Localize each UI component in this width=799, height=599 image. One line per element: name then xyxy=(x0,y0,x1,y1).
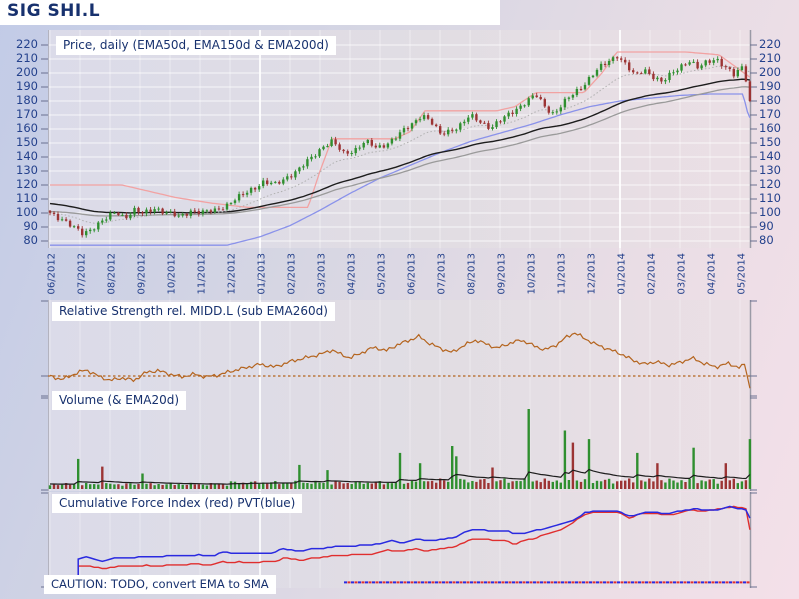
force-index-label: Cumulative Force Index (red) PVT(blue) xyxy=(52,494,303,513)
date-label: 10/2013 xyxy=(526,252,538,295)
price-y-tick-label: 140 xyxy=(759,149,781,163)
price-chart xyxy=(41,30,757,248)
chart-page: SIG SHI.L Price, daily (EMA50d, EMA150d … xyxy=(0,0,799,599)
price-y-tick-label: 220 xyxy=(16,37,38,51)
date-label: 12/2013 xyxy=(586,252,598,295)
date-label: 05/2014 xyxy=(736,252,748,295)
date-label: 11/2012 xyxy=(196,252,208,295)
price-y-tick-label: 190 xyxy=(759,79,781,93)
price-y-tick-label: 90 xyxy=(759,219,774,233)
price-y-tick-label: 180 xyxy=(16,93,38,107)
date-label: 11/2013 xyxy=(556,252,568,295)
price-panel xyxy=(0,30,799,248)
price-y-tick-label: 190 xyxy=(16,79,38,93)
price-y-tick-label: 160 xyxy=(759,121,781,135)
date-label: 07/2013 xyxy=(436,252,448,295)
volume-panel xyxy=(0,397,799,491)
relative-strength-label: Relative Strength rel. MIDD.L (sub EMA26… xyxy=(52,302,335,321)
date-label: 10/2012 xyxy=(166,252,178,295)
date-label: 09/2012 xyxy=(136,252,148,295)
date-label: 12/2012 xyxy=(226,252,238,295)
price-y-tick-label: 160 xyxy=(16,121,38,135)
title-bar: SIG SHI.L xyxy=(0,0,500,25)
price-y-tick-label: 200 xyxy=(16,65,38,79)
date-label: 05/2013 xyxy=(376,252,388,295)
price-y-tick-label: 180 xyxy=(759,93,781,107)
price-y-tick-label: 200 xyxy=(759,65,781,79)
price-y-tick-label: 80 xyxy=(759,233,774,247)
date-label: 04/2014 xyxy=(706,252,718,295)
price-y-tick-label: 120 xyxy=(16,177,38,191)
price-y-tick-label: 220 xyxy=(759,37,781,51)
price-y-tick-label: 80 xyxy=(23,233,38,247)
caution-label: CAUTION: TODO, convert EMA to SMA xyxy=(44,575,276,594)
volume-chart xyxy=(41,397,757,491)
date-label: 09/2013 xyxy=(496,252,508,295)
date-label: 02/2013 xyxy=(286,252,298,295)
price-y-tick-label: 140 xyxy=(16,149,38,163)
instrument-title: SIG SHI.L xyxy=(7,1,101,21)
date-label: 08/2012 xyxy=(106,252,118,295)
price-y-tick-label: 150 xyxy=(16,135,38,149)
price-y-tick-label: 210 xyxy=(759,51,781,65)
price-y-tick-label: 130 xyxy=(759,163,781,177)
price-y-tick-label: 110 xyxy=(16,191,38,205)
date-label: 01/2013 xyxy=(256,252,268,295)
volume-label: Volume (& EMA20d) xyxy=(52,391,187,410)
date-label: 02/2014 xyxy=(646,252,658,295)
price-panel-label: Price, daily (EMA50d, EMA150d & EMA200d) xyxy=(56,36,336,55)
date-label: 07/2012 xyxy=(76,252,88,295)
price-y-tick-label: 150 xyxy=(759,135,781,149)
price-y-tick-label: 90 xyxy=(23,219,38,233)
price-y-tick-label: 100 xyxy=(16,205,38,219)
date-label: 03/2013 xyxy=(316,252,328,295)
price-y-tick-label: 130 xyxy=(16,163,38,177)
price-y-tick-label: 170 xyxy=(759,107,781,121)
price-y-tick-label: 170 xyxy=(16,107,38,121)
price-y-tick-label: 110 xyxy=(759,191,781,205)
price-y-tick-label: 100 xyxy=(759,205,781,219)
date-label: 08/2013 xyxy=(466,252,478,295)
date-label: 06/2013 xyxy=(406,252,418,295)
date-label: 04/2013 xyxy=(346,252,358,295)
date-label: 03/2014 xyxy=(676,252,688,295)
date-label: 01/2014 xyxy=(616,252,628,295)
price-y-tick-label: 210 xyxy=(16,51,38,65)
date-label: 06/2012 xyxy=(46,252,58,295)
price-y-tick-label: 120 xyxy=(759,177,781,191)
